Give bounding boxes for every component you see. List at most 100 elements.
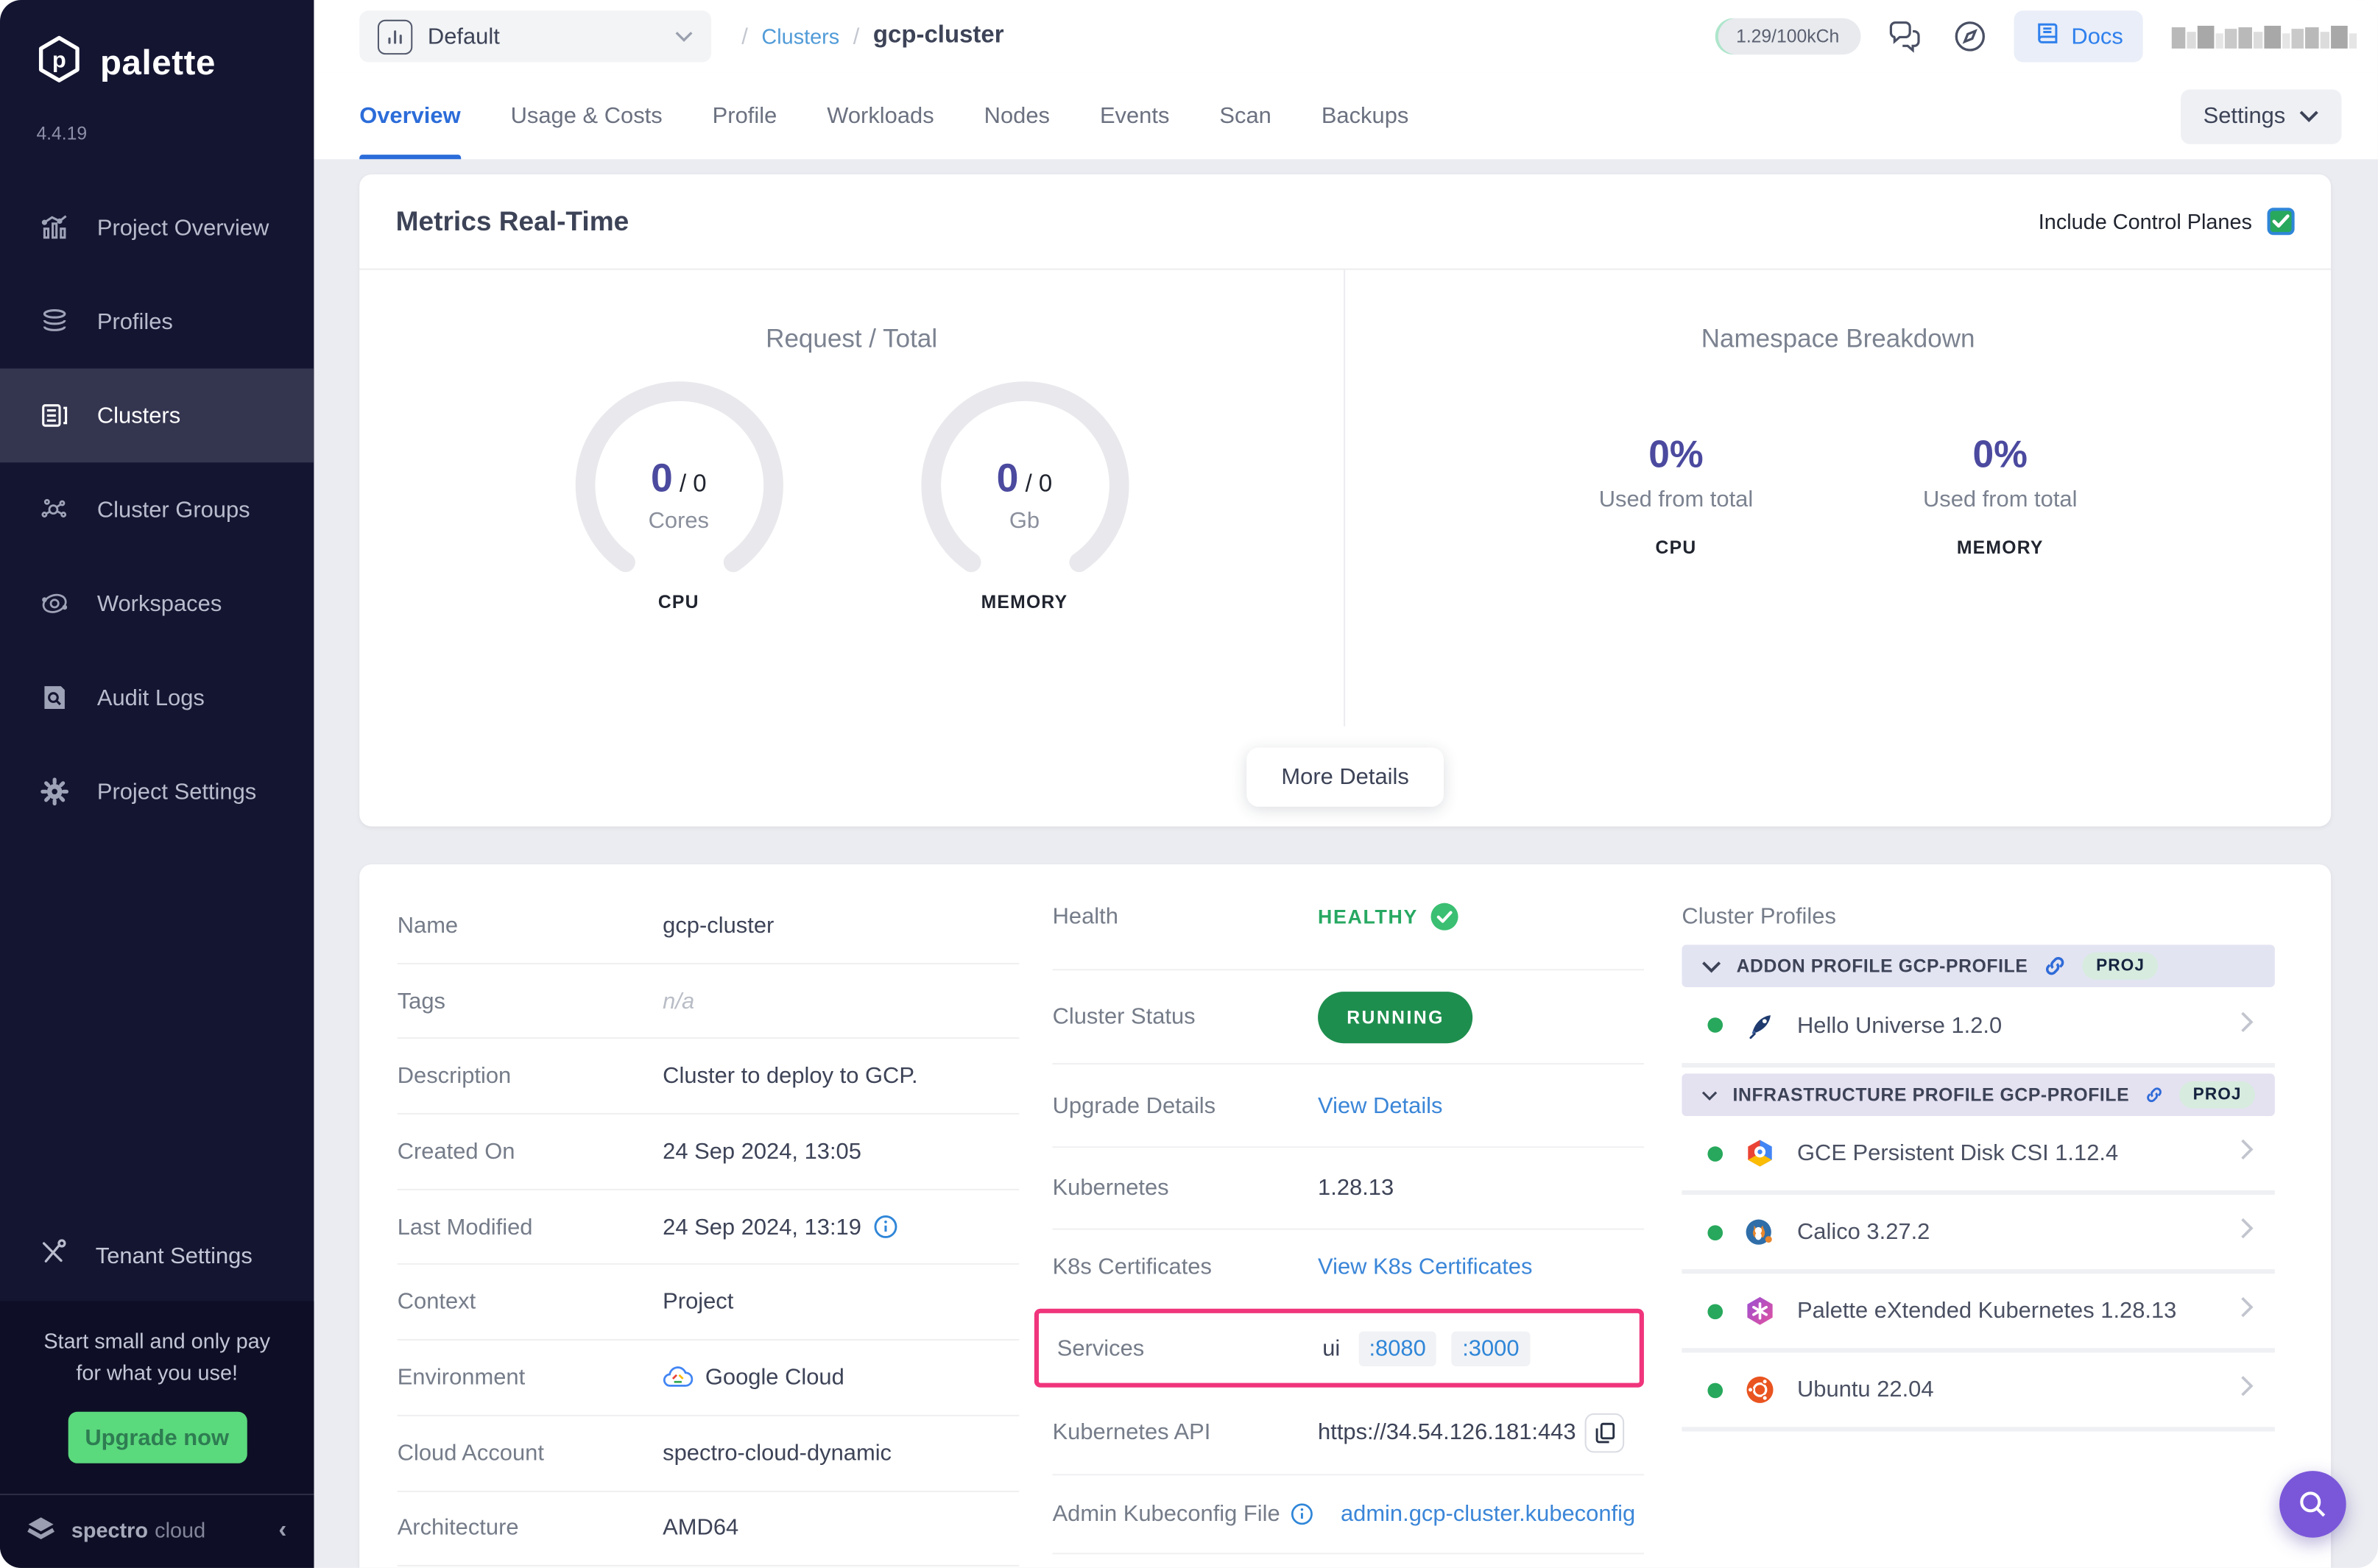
floating-search-button[interactable]: [2279, 1471, 2346, 1538]
profile-item-name: Calico 3.27.2: [1796, 1219, 1930, 1246]
detail-row-cloud-account: Cloud Account spectro-cloud-dynamic: [397, 1416, 1020, 1491]
sidebar-item-project-settings[interactable]: Project Settings: [0, 744, 314, 838]
tab-events[interactable]: Events: [1100, 73, 1169, 159]
tab-backups[interactable]: Backups: [1322, 73, 1409, 159]
namespace-cpu-stat: 0% Used from total CPU: [1599, 434, 1754, 558]
sidebar-item-project-overview[interactable]: Project Overview: [0, 180, 314, 275]
cpu-total-value: 0: [693, 471, 707, 498]
upgrade-now-button[interactable]: Upgrade now: [67, 1411, 247, 1463]
sidebar-item-workspaces[interactable]: Workspaces: [0, 557, 314, 651]
include-control-planes-label: Include Control Planes: [2038, 209, 2252, 234]
running-status-badge: RUNNING: [1318, 991, 1473, 1043]
details-left-column: Name gcp-cluster Tags n/a Description Cl…: [397, 864, 1020, 1568]
profile-item-hello-universe[interactable]: Hello Universe 1.2.0: [1682, 986, 2275, 1068]
promo-message-line1: Start small and only pay: [43, 1327, 271, 1352]
service-port-3000-link[interactable]: :3000: [1451, 1330, 1530, 1366]
docs-button[interactable]: Docs: [2014, 10, 2143, 63]
request-total-title: Request / Total: [766, 324, 938, 353]
servers-icon: [38, 399, 71, 432]
include-control-planes-checkbox[interactable]: [2267, 208, 2295, 236]
copy-button[interactable]: [1584, 1412, 1625, 1452]
settings-button[interactable]: Settings: [2180, 88, 2342, 144]
project-selector[interactable]: Default: [359, 10, 712, 63]
breadcrumb-clusters-link[interactable]: Clusters: [761, 24, 839, 49]
info-icon[interactable]: [873, 1215, 897, 1239]
cluster-profiles-title: Cluster Profiles: [1682, 903, 1836, 930]
check-circle-icon: [1430, 903, 1458, 930]
tab-scan[interactable]: Scan: [1219, 73, 1271, 159]
info-icon[interactable]: [1291, 1502, 1313, 1525]
services-highlight-box: Services ui :8080 :3000: [1034, 1308, 1644, 1388]
project-selector-value: Default: [427, 23, 500, 49]
proj-scope-badge: PROJ: [2082, 952, 2159, 980]
profile-item-calico[interactable]: Calico 3.27.2: [1682, 1195, 2275, 1274]
proj-scope-badge: PROJ: [2179, 1081, 2256, 1109]
version-label: 4.4.19: [36, 122, 88, 144]
tab-overview[interactable]: Overview: [359, 73, 461, 160]
detail-row-environment: Environment Google Cloud: [397, 1341, 1020, 1416]
profile-item-gce-persistent-disk[interactable]: GCE Persistent Disk CSI 1.12.4: [1682, 1116, 2275, 1196]
detail-label: Name: [397, 912, 459, 939]
detail-label: Created On: [397, 1138, 515, 1165]
breadcrumb: / Clusters / gcp-cluster: [741, 23, 1003, 50]
chevron-right-icon: [2240, 1375, 2254, 1404]
addon-profile-header[interactable]: ADDON PROFILE GCP-PROFILE PROJ: [1682, 944, 2275, 987]
detail-row-admin-kubeconfig: Admin Kubeconfig File admin.gcp-cluster.…: [1052, 1475, 1644, 1555]
service-name: ui: [1322, 1335, 1341, 1361]
detail-row-created-on: Created On 24 Sep 2024, 13:05: [397, 1115, 1020, 1190]
collapse-sidebar-chevron[interactable]: ‹: [278, 1518, 286, 1545]
detail-label: Cloud Account: [397, 1440, 544, 1466]
sidebar-item-label: Tenant Settings: [95, 1243, 253, 1270]
docs-button-label: Docs: [2071, 23, 2123, 49]
detail-row-cluster-status: Cluster Status RUNNING: [1052, 970, 1644, 1065]
detail-row-description: Description Cluster to deploy to GCP.: [397, 1039, 1020, 1115]
service-port-8080-link[interactable]: :8080: [1358, 1330, 1437, 1366]
cluster-tabs-bar: Overview Usage & Costs Profile Workloads…: [314, 72, 2378, 160]
detail-value: n/a: [663, 988, 695, 1014]
sidebar-item-label: Project Overview: [96, 214, 269, 241]
sidebar-item-label: Cluster Groups: [96, 496, 250, 523]
compass-icon[interactable]: [1949, 15, 1991, 58]
memory-unit-label: Gb: [1009, 508, 1040, 534]
memory-request-value: 0: [996, 454, 1019, 501]
sidebar-item-profiles[interactable]: Profiles: [0, 275, 314, 369]
link-icon: [2147, 1087, 2162, 1103]
chat-icon[interactable]: [1883, 15, 1926, 58]
status-dot: [1707, 1017, 1723, 1033]
infrastructure-profile-header[interactable]: INFRASTRUCTURE PROFILE GCP-PROFILE PROJ: [1682, 1073, 2275, 1117]
admin-kubeconfig-link[interactable]: admin.gcp-cluster.kubeconfig: [1341, 1501, 1635, 1527]
main-area: Default / Clusters / gcp-cluster 1.29/10…: [314, 0, 2378, 1568]
spectro-cloud-logo-icon: [24, 1511, 57, 1553]
tab-workloads[interactable]: Workloads: [827, 73, 934, 159]
tab-usage-costs[interactable]: Usage & Costs: [511, 73, 663, 159]
sidebar-item-clusters[interactable]: Clusters: [0, 368, 314, 463]
view-k8s-certificates-link[interactable]: View K8s Certificates: [1318, 1254, 1532, 1279]
tab-nodes[interactable]: Nodes: [984, 73, 1050, 159]
detail-label: Health: [1052, 903, 1118, 930]
detail-label: Cluster Status: [1052, 1003, 1196, 1030]
view-details-link[interactable]: View Details: [1318, 1092, 1442, 1118]
detail-label: Admin Kubeconfig File: [1052, 1501, 1280, 1528]
detail-value: 24 Sep 2024, 13:05: [663, 1138, 861, 1165]
detail-row-kubernetes-api: Kubernetes API https://34.54.126.181:443: [1052, 1391, 1644, 1476]
health-status-value: HEALTHY: [1318, 905, 1419, 928]
layers-icon: [38, 305, 71, 338]
topbar: Default / Clusters / gcp-cluster 1.29/10…: [314, 0, 2378, 73]
sidebar-item-tenant-settings[interactable]: Tenant Settings: [0, 1212, 314, 1300]
memory-metric-label: MEMORY: [981, 591, 1068, 613]
sidebar-item-cluster-groups[interactable]: Cluster Groups: [0, 462, 314, 557]
profile-item-palette-extended-kubernetes[interactable]: Palette eXtended Kubernetes 1.28.13: [1682, 1274, 2275, 1353]
sidebar-item-audit-logs[interactable]: Audit Logs: [0, 651, 314, 745]
svg-text:p: p: [52, 47, 66, 73]
profile-item-ubuntu[interactable]: Ubuntu 22.04: [1682, 1352, 2275, 1432]
detail-row-health: Health HEALTHY: [1052, 864, 1644, 971]
namespace-memory-stat: 0% Used from total MEMORY: [1923, 434, 2078, 558]
detail-row-kubernetes: Kubernetes 1.28.13: [1052, 1148, 1644, 1230]
detail-label: K8s Certificates: [1052, 1253, 1212, 1279]
more-details-button[interactable]: More Details: [1246, 746, 1444, 806]
sidebar-item-label: Project Settings: [96, 778, 257, 805]
redacted-username[interactable]: [2171, 24, 2357, 49]
sidebar-footer: spectro cloud ‹: [0, 1494, 314, 1568]
promo-message-line2: for what you use!: [76, 1360, 239, 1385]
tab-profile[interactable]: Profile: [713, 73, 777, 159]
